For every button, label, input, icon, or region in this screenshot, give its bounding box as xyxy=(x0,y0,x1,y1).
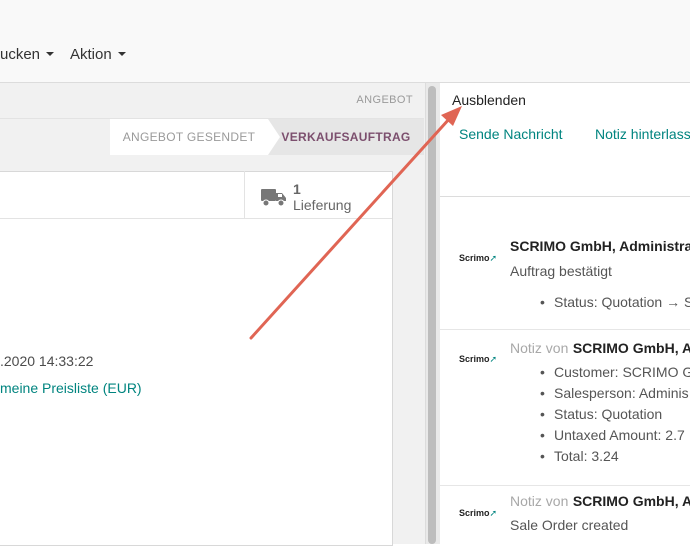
delivery-count: 1 xyxy=(293,181,301,197)
chatter-divider xyxy=(440,196,690,197)
status-step-label: VERKAUFSAUFTRAG xyxy=(281,130,411,144)
avatar-logo-text: Scrimo xyxy=(459,253,490,263)
log-note-button[interactable]: Notiz hinterlass xyxy=(595,126,690,142)
note-prefix: Notiz von xyxy=(510,493,569,509)
avatar-logo-text: Scrimo xyxy=(459,508,490,518)
message-header: Notiz von SCRIMO GmbH, Ac xyxy=(510,493,690,511)
print-menu[interactable]: ucken xyxy=(0,46,55,63)
status-step-sales-order[interactable]: VERKAUFSAUFTRAG xyxy=(268,119,424,155)
pricelist-link[interactable]: meine Preisliste (EUR) xyxy=(0,380,142,396)
message-author[interactable]: SCRIMO GmbH, Administrat xyxy=(510,238,690,254)
logo-arrow-icon: ➚ xyxy=(489,354,498,364)
logo-arrow-icon: ➚ xyxy=(489,508,498,518)
logo-arrow-icon: ➚ xyxy=(489,253,498,263)
company-avatar: Scrimo➚ xyxy=(459,349,497,367)
order-date-value: .2020 14:33:22 xyxy=(0,353,94,369)
control-panel xyxy=(0,0,690,83)
message-author[interactable]: SCRIMO GmbH, Ac xyxy=(573,493,690,509)
avatar-logo-text: Scrimo xyxy=(459,354,490,364)
quotation-state-label[interactable]: ANGEBOT xyxy=(356,94,413,106)
tracking-value: Status: Quotation → S xyxy=(540,294,690,310)
note-prefix: Notiz von xyxy=(510,340,569,356)
company-avatar: Scrimo➚ xyxy=(459,503,497,521)
message-header: Notiz von SCRIMO GmbH, Ac xyxy=(510,340,690,358)
tracking-value: Salesperson: Adminis xyxy=(540,385,689,401)
truck-icon xyxy=(261,189,286,207)
status-step-quotation-sent[interactable]: ANGEBOT GESENDET xyxy=(110,119,282,155)
tracking-value: Total: 3.24 xyxy=(540,448,619,464)
status-bar: ANGEBOT GESENDET VERKAUFSAUFTRAG xyxy=(0,119,424,155)
message-body: Auftrag bestätigt xyxy=(510,263,612,279)
status-step-label: ANGEBOT GESENDET xyxy=(122,130,256,144)
status-header: ANGEBOT xyxy=(0,84,424,119)
caret-down-icon xyxy=(46,52,55,57)
message-body: Sale Order created xyxy=(510,517,629,533)
send-message-button[interactable]: Sende Nachricht xyxy=(459,126,563,142)
tracking-value: Untaxed Amount: 2.7 xyxy=(540,427,685,443)
delivery-label: Lieferung xyxy=(293,197,352,213)
hide-chatter-button[interactable]: Ausblenden xyxy=(452,92,526,108)
caret-down-icon xyxy=(117,52,126,57)
print-menu-label: ucken xyxy=(0,46,41,63)
tracking-value: Customer: SCRIMO G xyxy=(540,364,690,380)
tracking-value: Status: Quotation xyxy=(540,406,662,422)
message-author[interactable]: SCRIMO GmbH, Ac xyxy=(573,340,690,356)
scrollbar-thumb[interactable] xyxy=(428,86,436,544)
action-menu-label: Aktion xyxy=(70,46,112,63)
company-avatar: Scrimo➚ xyxy=(459,248,497,266)
action-menu[interactable]: Aktion xyxy=(70,46,126,63)
